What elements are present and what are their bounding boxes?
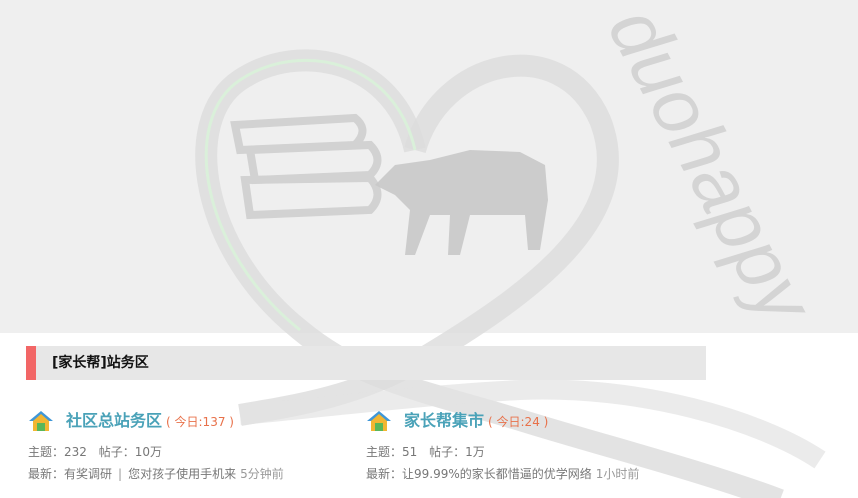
forum-stats: 主题：51 帖子：1万 <box>366 445 485 459</box>
section-title: [家长帮]站务区 <box>52 355 149 371</box>
latest-time: 5分钟前 <box>240 467 284 481</box>
latest-post-link[interactable]: 让99.99%的家长都惜逼的优学网络 <box>402 467 592 481</box>
latest-post-link[interactable]: 有奖调研 <box>64 467 112 481</box>
forum-item: 家长帮集市( 今日:24 ) 主题：51 帖子：1万 最新：让99.99%的家长… <box>366 409 696 481</box>
banner-area <box>0 0 858 333</box>
today-count: ( 今日:137 ) <box>166 415 234 429</box>
section-accent <box>26 346 36 380</box>
today-count: ( 今日:24 ) <box>488 415 549 429</box>
latest-post-link-2[interactable]: 您对孩子使用手机来 <box>128 467 236 481</box>
forum-name-link[interactable]: 社区总站务区( 今日:137 ) <box>66 409 234 434</box>
home-icon[interactable] <box>28 410 54 432</box>
forum-name-link[interactable]: 家长帮集市( 今日:24 ) <box>404 409 548 434</box>
latest-time: 1小时前 <box>595 467 640 481</box>
forum-latest: 最新：让99.99%的家长都惜逼的优学网络 1小时前 <box>366 467 640 481</box>
forum-latest: 最新：有奖调研 | 您对孩子使用手机来 5分钟前 <box>28 467 284 481</box>
forum-stats: 主题：232 帖子：10万 <box>28 445 163 459</box>
forum-item: 社区总站务区( 今日:137 ) 主题：232 帖子：10万 最新：有奖调研 | 您… <box>28 409 358 481</box>
home-icon[interactable] <box>366 410 392 432</box>
section-header: [家长帮]站务区 <box>26 346 706 380</box>
